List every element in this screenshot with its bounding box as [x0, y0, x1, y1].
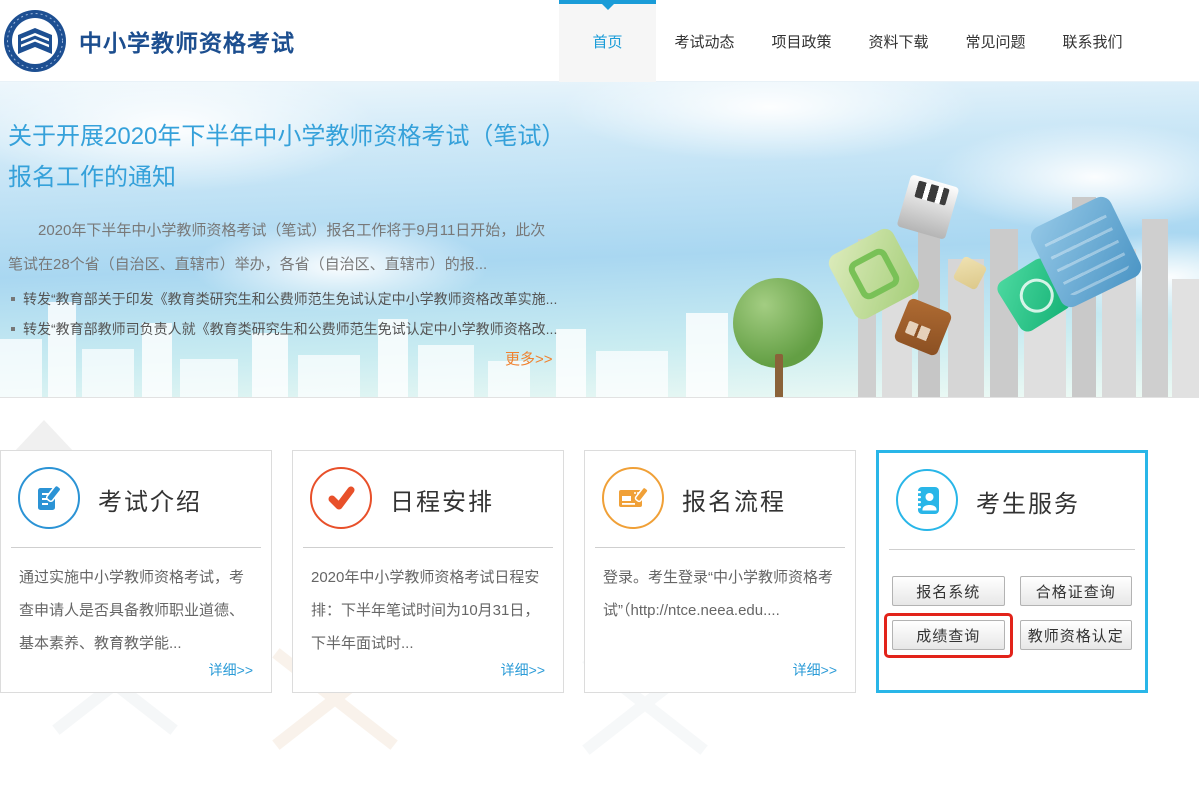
- nav-item-policies[interactable]: 项目政策: [753, 0, 850, 82]
- nav-item-contact[interactable]: 联系我们: [1044, 0, 1141, 82]
- news-item[interactable]: 转发“教育部教师司负责人就《教育类研究生和公费师范生免试认定中小学教师资格改..…: [8, 314, 593, 344]
- notice-headline[interactable]: 关于开展2020年下半年中小学教师资格考试（笔试）报名工作的通知: [8, 116, 583, 198]
- score-query-button[interactable]: 成绩查询: [892, 620, 1005, 650]
- checkmark-icon: [310, 467, 372, 529]
- detail-link[interactable]: 详细>>: [793, 660, 837, 680]
- card-body-text: 2020年中小学教师资格考试日程安排：下半年笔试时间为10月31日，下半年面试时…: [293, 548, 563, 660]
- card-registration-process: 报名流程 登录。考生登录“中小学教师资格考试”（http://ntce.neea…: [584, 450, 856, 693]
- nav-item-home[interactable]: 首页: [559, 0, 656, 82]
- site-title: 中小学教师资格考试: [79, 24, 295, 58]
- news-item[interactable]: 转发“教育部关于印发《教育类研究生和公费师范生免试认定中小学教师资格改革实施..…: [8, 284, 593, 314]
- nav-item-exam-news[interactable]: 考试动态: [656, 0, 753, 82]
- card-title: 考试介绍: [98, 451, 202, 547]
- address-book-icon: [896, 469, 958, 531]
- site-header: 中小学教师资格考试 首页 考试动态 项目政策 资料下载 常见问题 联系我们: [0, 0, 1199, 82]
- card-schedule: 日程安排 2020年中小学教师资格考试日程安排：下半年笔试时间为10月31日，下…: [292, 450, 564, 693]
- cloud-graphic: [560, 82, 980, 162]
- hero-banner: 关于开展2020年下半年中小学教师资格考试（笔试）报名工作的通知 2020年下半…: [0, 82, 1199, 398]
- card-exam-introduction: 考试介绍 通过实施中小学教师资格考试，考查申请人是否具备教师职业道德、基本素养、…: [0, 450, 272, 693]
- feature-cards: 考试介绍 通过实施中小学教师资格考试，考查申请人是否具备教师职业道德、基本素养、…: [0, 450, 1148, 693]
- notice-summary: 2020年下半年中小学教师资格考试（笔试）报名工作将于9月11日开始，此次笔试在…: [8, 214, 556, 282]
- card-title: 日程安排: [390, 451, 494, 547]
- nav-item-downloads[interactable]: 资料下载: [850, 0, 947, 82]
- registration-system-button[interactable]: 报名系统: [892, 576, 1005, 606]
- nav-item-faq[interactable]: 常见问题: [947, 0, 1044, 82]
- card-body-text: 通过实施中小学教师资格考试，考查申请人是否具备教师职业道德、基本素养、教育教学能…: [1, 548, 271, 660]
- pencil-document-icon: [18, 467, 80, 529]
- service-buttons: 报名系统 合格证查询 成绩查询 教师资格认定: [879, 550, 1145, 650]
- teacher-certification-button[interactable]: 教师资格认定: [1020, 620, 1133, 650]
- site-brand[interactable]: 中小学教师资格考试: [3, 0, 295, 82]
- detail-link[interactable]: 详细>>: [501, 660, 545, 680]
- card-title: 考生服务: [976, 453, 1080, 549]
- certificate-query-button[interactable]: 合格证查询: [1020, 576, 1133, 606]
- card-title: 报名流程: [682, 451, 786, 547]
- site-logo-book-badge-icon: [3, 9, 67, 73]
- faint-triangle-graphic: [14, 420, 74, 452]
- card-body-text: 登录。考生登录“中小学教师资格考试”（http://ntce.neea.edu.…: [585, 548, 855, 627]
- more-link[interactable]: 更多>>: [505, 348, 553, 369]
- detail-link[interactable]: 详细>>: [209, 660, 253, 680]
- tree-trunk-graphic: [775, 354, 783, 398]
- news-list: 转发“教育部关于印发《教育类研究生和公费师范生免试认定中小学教师资格改革实施..…: [8, 284, 593, 344]
- form-pencil-icon: [602, 467, 664, 529]
- main-nav: 首页 考试动态 项目政策 资料下载 常见问题 联系我们: [559, 0, 1141, 82]
- card-candidate-services: 考生服务 报名系统 合格证查询 成绩查询 教师资格认定: [876, 450, 1148, 693]
